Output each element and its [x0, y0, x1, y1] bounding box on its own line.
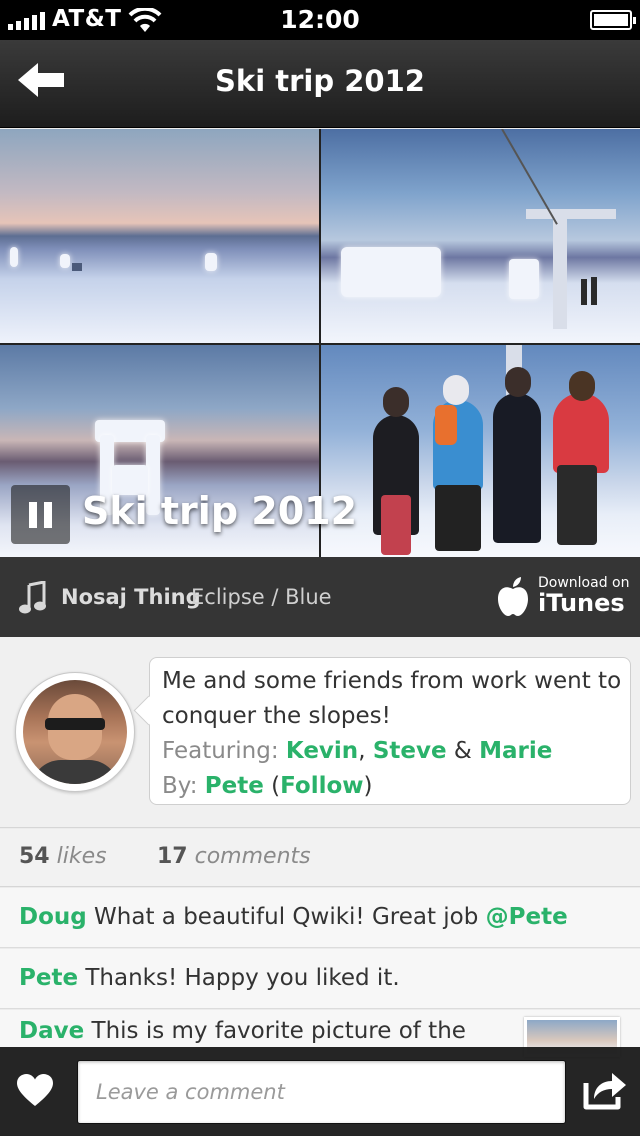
- ampersand: &: [453, 738, 472, 764]
- pause-button[interactable]: [11, 485, 70, 544]
- music-note-icon: [19, 581, 46, 614]
- likes-stat[interactable]: 54 likes: [19, 844, 107, 869]
- music-bar: Nosaj Thing Eclipse / Blue Download on i…: [0, 557, 640, 637]
- comments-stat[interactable]: 17 comments: [157, 844, 311, 869]
- itunes-label: iTunes: [538, 589, 625, 617]
- description-section: Me and some friends from work went to co…: [0, 637, 640, 828]
- slideshow-title: Ski trip 2012: [82, 489, 358, 533]
- featuring-label: Featuring:: [162, 738, 279, 764]
- status-bar: AT&T 12:00: [0, 0, 640, 40]
- bottom-toolbar: [0, 1047, 640, 1136]
- author-link[interactable]: Pete: [205, 773, 264, 799]
- share-icon[interactable]: [582, 1069, 628, 1111]
- comment-text: Thanks! Happy you liked it.: [85, 965, 400, 991]
- navigation-bar: Ski trip 2012: [0, 40, 640, 128]
- comments-count: 17: [157, 844, 188, 869]
- comment-item: Pete Thanks! Happy you liked it.: [0, 949, 640, 1009]
- featuring-line: Featuring: Kevin, Steve & Marie: [162, 734, 622, 769]
- comment-text: What a beautiful Qwiki! Great job: [94, 904, 479, 930]
- track-name: Eclipse / Blue: [191, 585, 332, 609]
- comment-author[interactable]: Dave: [19, 1018, 84, 1044]
- clock: 12:00: [280, 5, 360, 34]
- by-label: By:: [162, 773, 198, 799]
- tag-kevin[interactable]: Kevin: [286, 738, 358, 764]
- comment-mention[interactable]: @Pete: [486, 904, 568, 930]
- author-line: By: Pete (Follow): [162, 773, 373, 799]
- comment-author[interactable]: Pete: [19, 965, 78, 991]
- slideshow[interactable]: Ski trip 2012: [0, 129, 640, 557]
- download-itunes-button[interactable]: Download on iTunes: [494, 571, 634, 625]
- photo-snowy-landscape[interactable]: [0, 129, 319, 343]
- follow-link[interactable]: Follow: [280, 773, 363, 799]
- like-heart-icon[interactable]: [16, 1073, 54, 1107]
- comment-input[interactable]: [77, 1060, 566, 1124]
- comment-item: Doug What a beautiful Qwiki! Great job @…: [0, 888, 640, 948]
- battery-icon: [590, 10, 636, 30]
- stats-row: 54 likes 17 comments: [0, 829, 640, 887]
- photo-friends-group[interactable]: [321, 345, 640, 557]
- separator: ,: [358, 738, 366, 764]
- artist-name: Nosaj Thing: [61, 585, 201, 609]
- description-text: Me and some friends from work went to co…: [162, 668, 622, 729]
- photo-ski-lift[interactable]: [321, 129, 640, 343]
- apple-icon: [498, 577, 528, 616]
- comments-label: comments: [194, 844, 311, 869]
- avatar[interactable]: [15, 672, 135, 792]
- likes-count: 54: [19, 844, 50, 869]
- likes-label: likes: [56, 844, 107, 869]
- tag-steve[interactable]: Steve: [373, 738, 447, 764]
- avatar-photo: [23, 680, 127, 784]
- tag-marie[interactable]: Marie: [479, 738, 552, 764]
- comment-author[interactable]: Doug: [19, 904, 87, 930]
- description-bubble: Me and some friends from work went to co…: [149, 657, 631, 805]
- comment-text: This is my favorite picture of the: [91, 1018, 466, 1044]
- page-title: Ski trip 2012: [215, 64, 425, 98]
